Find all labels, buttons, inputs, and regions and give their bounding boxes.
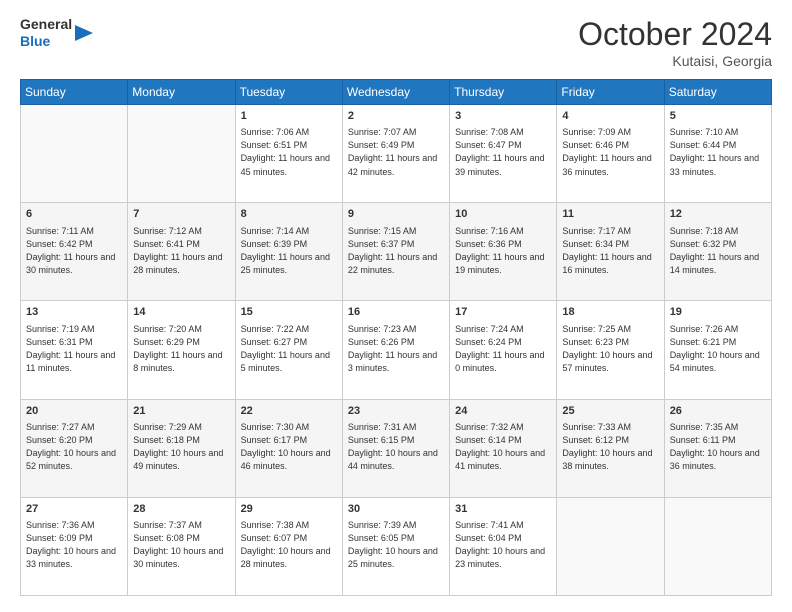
col-monday: Monday xyxy=(128,80,235,105)
logo-arrow-icon xyxy=(75,23,93,43)
col-thursday: Thursday xyxy=(450,80,557,105)
table-row: 16Sunrise: 7:23 AMSunset: 6:26 PMDayligh… xyxy=(342,301,449,399)
table-row: 8Sunrise: 7:14 AMSunset: 6:39 PMDaylight… xyxy=(235,203,342,301)
calendar: Sunday Monday Tuesday Wednesday Thursday… xyxy=(20,79,772,596)
table-row: 11Sunrise: 7:17 AMSunset: 6:34 PMDayligh… xyxy=(557,203,664,301)
table-row: 10Sunrise: 7:16 AMSunset: 6:36 PMDayligh… xyxy=(450,203,557,301)
table-row: 2Sunrise: 7:07 AMSunset: 6:49 PMDaylight… xyxy=(342,105,449,203)
header: General Blue October 2024 Kutaisi, Georg… xyxy=(20,16,772,69)
table-row: 27Sunrise: 7:36 AMSunset: 6:09 PMDayligh… xyxy=(21,497,128,595)
table-row: 26Sunrise: 7:35 AMSunset: 6:11 PMDayligh… xyxy=(664,399,771,497)
table-row: 19Sunrise: 7:26 AMSunset: 6:21 PMDayligh… xyxy=(664,301,771,399)
table-row: 14Sunrise: 7:20 AMSunset: 6:29 PMDayligh… xyxy=(128,301,235,399)
col-sunday: Sunday xyxy=(21,80,128,105)
table-row: 20Sunrise: 7:27 AMSunset: 6:20 PMDayligh… xyxy=(21,399,128,497)
table-row: 7Sunrise: 7:12 AMSunset: 6:41 PMDaylight… xyxy=(128,203,235,301)
table-row: 30Sunrise: 7:39 AMSunset: 6:05 PMDayligh… xyxy=(342,497,449,595)
table-row: 12Sunrise: 7:18 AMSunset: 6:32 PMDayligh… xyxy=(664,203,771,301)
table-row xyxy=(664,497,771,595)
table-row: 5Sunrise: 7:10 AMSunset: 6:44 PMDaylight… xyxy=(664,105,771,203)
table-row: 6Sunrise: 7:11 AMSunset: 6:42 PMDaylight… xyxy=(21,203,128,301)
col-wednesday: Wednesday xyxy=(342,80,449,105)
table-row: 22Sunrise: 7:30 AMSunset: 6:17 PMDayligh… xyxy=(235,399,342,497)
calendar-header-row: Sunday Monday Tuesday Wednesday Thursday… xyxy=(21,80,772,105)
table-row xyxy=(128,105,235,203)
col-saturday: Saturday xyxy=(664,80,771,105)
title-block: October 2024 Kutaisi, Georgia xyxy=(578,16,772,69)
table-row: 18Sunrise: 7:25 AMSunset: 6:23 PMDayligh… xyxy=(557,301,664,399)
logo-general: General xyxy=(20,16,72,33)
table-row: 1Sunrise: 7:06 AMSunset: 6:51 PMDaylight… xyxy=(235,105,342,203)
table-row: 3Sunrise: 7:08 AMSunset: 6:47 PMDaylight… xyxy=(450,105,557,203)
table-row: 17Sunrise: 7:24 AMSunset: 6:24 PMDayligh… xyxy=(450,301,557,399)
table-row: 4Sunrise: 7:09 AMSunset: 6:46 PMDaylight… xyxy=(557,105,664,203)
month-year: October 2024 xyxy=(578,16,772,53)
table-row: 31Sunrise: 7:41 AMSunset: 6:04 PMDayligh… xyxy=(450,497,557,595)
table-row: 13Sunrise: 7:19 AMSunset: 6:31 PMDayligh… xyxy=(21,301,128,399)
logo-blue: Blue xyxy=(20,33,72,50)
table-row: 23Sunrise: 7:31 AMSunset: 6:15 PMDayligh… xyxy=(342,399,449,497)
table-row: 15Sunrise: 7:22 AMSunset: 6:27 PMDayligh… xyxy=(235,301,342,399)
location: Kutaisi, Georgia xyxy=(578,53,772,69)
table-row: 24Sunrise: 7:32 AMSunset: 6:14 PMDayligh… xyxy=(450,399,557,497)
table-row: 28Sunrise: 7:37 AMSunset: 6:08 PMDayligh… xyxy=(128,497,235,595)
table-row: 29Sunrise: 7:38 AMSunset: 6:07 PMDayligh… xyxy=(235,497,342,595)
table-row: 9Sunrise: 7:15 AMSunset: 6:37 PMDaylight… xyxy=(342,203,449,301)
logo: General Blue xyxy=(20,16,93,50)
col-friday: Friday xyxy=(557,80,664,105)
col-tuesday: Tuesday xyxy=(235,80,342,105)
logo-text-block: General Blue xyxy=(20,16,93,50)
table-row: 21Sunrise: 7:29 AMSunset: 6:18 PMDayligh… xyxy=(128,399,235,497)
table-row: 25Sunrise: 7:33 AMSunset: 6:12 PMDayligh… xyxy=(557,399,664,497)
table-row xyxy=(21,105,128,203)
table-row xyxy=(557,497,664,595)
